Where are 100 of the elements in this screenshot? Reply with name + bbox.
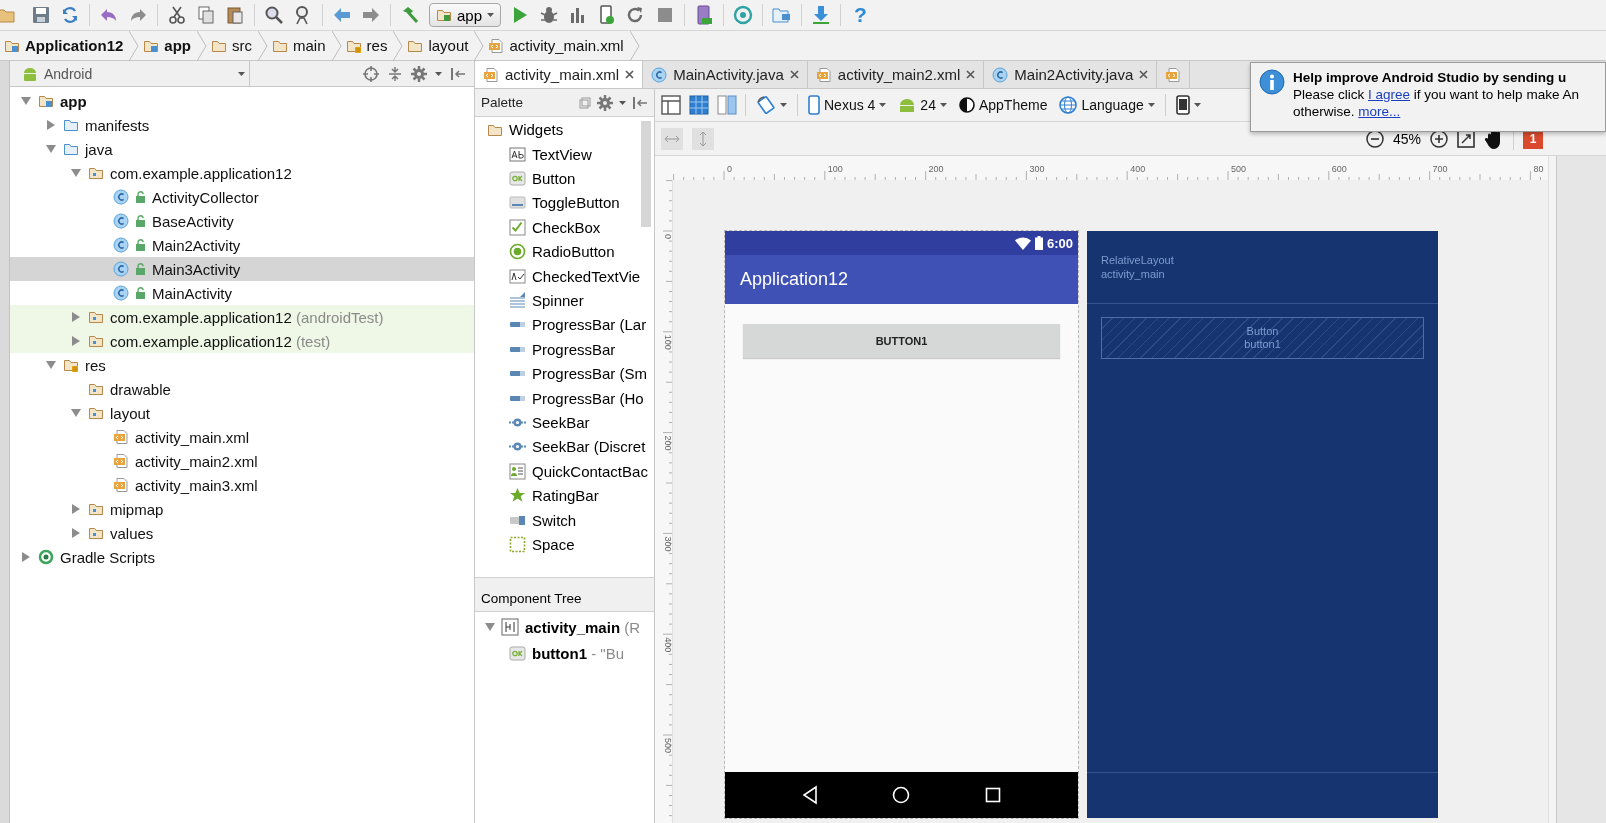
tree-item[interactable]: manifests (10, 113, 474, 137)
breadcrumb-item[interactable]: layout (403, 31, 477, 60)
tree-item[interactable]: values (10, 521, 474, 545)
agree-link[interactable]: I agree (1368, 87, 1411, 102)
forward-arrow-icon[interactable] (361, 5, 381, 25)
hide-panel-icon[interactable] (632, 94, 648, 111)
zoom-out-icon[interactable] (1365, 129, 1384, 148)
tree-item[interactable]: app (10, 89, 474, 113)
search-icon[interactable] (264, 5, 284, 25)
breadcrumb-item[interactable]: main (268, 31, 334, 60)
palette-group[interactable]: Widgets (487, 117, 654, 142)
palette-item[interactable]: CheckedTextVie (487, 263, 654, 289)
expand-arrow-icon[interactable] (21, 552, 31, 562)
tree-item[interactable]: mipmap (10, 497, 474, 521)
editor-tab[interactable]: activity_main.xml (475, 61, 644, 88)
palette-item[interactable]: Spinner (487, 288, 654, 313)
palette-item[interactable]: RatingBar (487, 483, 654, 508)
breadcrumb-item[interactable]: Application12 (0, 31, 132, 60)
component-tree-item[interactable]: button1 - "Bu (475, 640, 654, 666)
expand-arrow-icon[interactable] (71, 504, 81, 514)
breadcrumb-item[interactable]: activity_main.xml (484, 31, 632, 60)
palette-item[interactable]: SeekBar (487, 410, 654, 435)
tree-item[interactable]: com.example.application12 (androidTest) (10, 305, 474, 329)
tree-item[interactable]: com.example.application12 (10, 161, 474, 185)
palette-item[interactable]: SeekBar (Discret (487, 434, 654, 460)
palette-item[interactable]: Button (487, 166, 654, 191)
restore-icon[interactable] (579, 96, 591, 109)
expand-arrow-icon[interactable] (46, 120, 56, 130)
close-icon[interactable] (789, 70, 799, 79)
resize-vertical-button[interactable] (692, 127, 714, 150)
resize-horizontal-button[interactable] (661, 127, 683, 150)
breadcrumb-item[interactable]: res (341, 31, 396, 60)
breadcrumb-item[interactable]: src (207, 31, 261, 60)
palette-item[interactable]: CheckBox (487, 215, 654, 240)
close-icon[interactable] (1139, 70, 1149, 79)
tree-item[interactable]: activity_main3.xml (10, 473, 474, 497)
theme-button[interactable]: AppTheme (956, 92, 1050, 118)
tree-item[interactable]: drawable (10, 377, 474, 401)
collapse-all-icon[interactable] (387, 65, 403, 82)
run-config-dropdown[interactable]: app (429, 3, 502, 27)
collapse-arrow-icon[interactable] (21, 96, 31, 106)
copy-icon[interactable] (196, 5, 216, 25)
fit-screen-icon[interactable] (1457, 129, 1475, 148)
palette-item[interactable]: TextView (487, 142, 654, 167)
breadcrumb-item[interactable]: app (139, 31, 200, 60)
gear-icon[interactable] (411, 65, 427, 82)
split-view-icon[interactable] (717, 95, 737, 115)
tree-item[interactable]: activity_main.xml (10, 425, 474, 449)
expand-arrow-icon[interactable] (71, 312, 81, 322)
tree-item[interactable]: Main3Activity (10, 257, 474, 281)
more-link[interactable]: more... (1358, 104, 1401, 119)
splitter-handle[interactable] (475, 577, 654, 585)
tree-item[interactable]: activity_main2.xml (10, 449, 474, 473)
paste-icon[interactable] (225, 5, 245, 25)
recents-icon[interactable] (984, 787, 1001, 803)
palette-item[interactable]: ProgressBar (Ho (487, 385, 654, 411)
palette-item[interactable]: QuickContactBac (487, 459, 654, 484)
collapse-arrow-icon[interactable] (46, 360, 56, 370)
component-tree-item[interactable]: activity_main (R (475, 614, 654, 640)
tree-item[interactable]: ActivityCollector (10, 185, 474, 209)
gear-icon[interactable] (597, 94, 613, 111)
design-view-icon[interactable] (661, 95, 681, 115)
collapse-arrow-icon[interactable] (71, 408, 81, 418)
blueprint-view-icon[interactable] (689, 95, 709, 115)
sync-icon[interactable] (60, 5, 80, 25)
device-frame-dropdown[interactable] (1173, 92, 1203, 118)
palette-item[interactable]: ProgressBar (Lar (487, 312, 654, 338)
zoom-in-icon[interactable] (1430, 129, 1448, 148)
palette-item[interactable]: ProgressBar (487, 337, 654, 362)
tree-item[interactable]: com.example.application12 (test) (10, 329, 474, 353)
api-level-dropdown[interactable]: 24 (896, 92, 949, 118)
palette-item[interactable]: ProgressBar (Sm (487, 361, 654, 386)
tree-item[interactable]: layout (10, 401, 474, 425)
back-icon[interactable] (802, 786, 819, 804)
collapse-arrow-icon[interactable] (485, 622, 495, 632)
language-dropdown[interactable]: Language (1057, 92, 1157, 118)
locate-icon[interactable] (363, 65, 379, 82)
palette-item[interactable]: ToggleButton (487, 190, 654, 216)
save-icon[interactable] (31, 5, 51, 25)
tree-item[interactable]: res (10, 353, 474, 377)
tree-item[interactable]: Gradle Scripts (10, 545, 474, 569)
hide-panel-icon[interactable] (450, 65, 466, 82)
collapse-arrow-icon[interactable] (46, 144, 56, 154)
palette-item[interactable]: Switch (487, 507, 654, 533)
app-button[interactable]: BUTTON1 (743, 324, 1060, 358)
expand-arrow-icon[interactable] (71, 528, 81, 538)
download-icon[interactable] (811, 5, 832, 25)
home-icon[interactable] (892, 786, 911, 804)
bug-icon[interactable] (539, 5, 560, 25)
tree-item[interactable]: MainActivity (10, 281, 474, 305)
tree-item[interactable]: java (10, 137, 474, 161)
tree-item[interactable]: Main2Activity (10, 233, 474, 257)
device-dropdown[interactable]: Nexus 4 (806, 92, 889, 118)
palette-item[interactable]: Space (487, 532, 654, 557)
close-icon[interactable] (966, 70, 976, 79)
collapse-arrow-icon[interactable] (71, 168, 81, 178)
expand-arrow-icon[interactable] (71, 336, 81, 346)
tree-item[interactable]: BaseActivity (10, 209, 474, 233)
close-icon[interactable] (625, 70, 635, 79)
blueprint-button[interactable]: Button button1 (1101, 317, 1424, 359)
